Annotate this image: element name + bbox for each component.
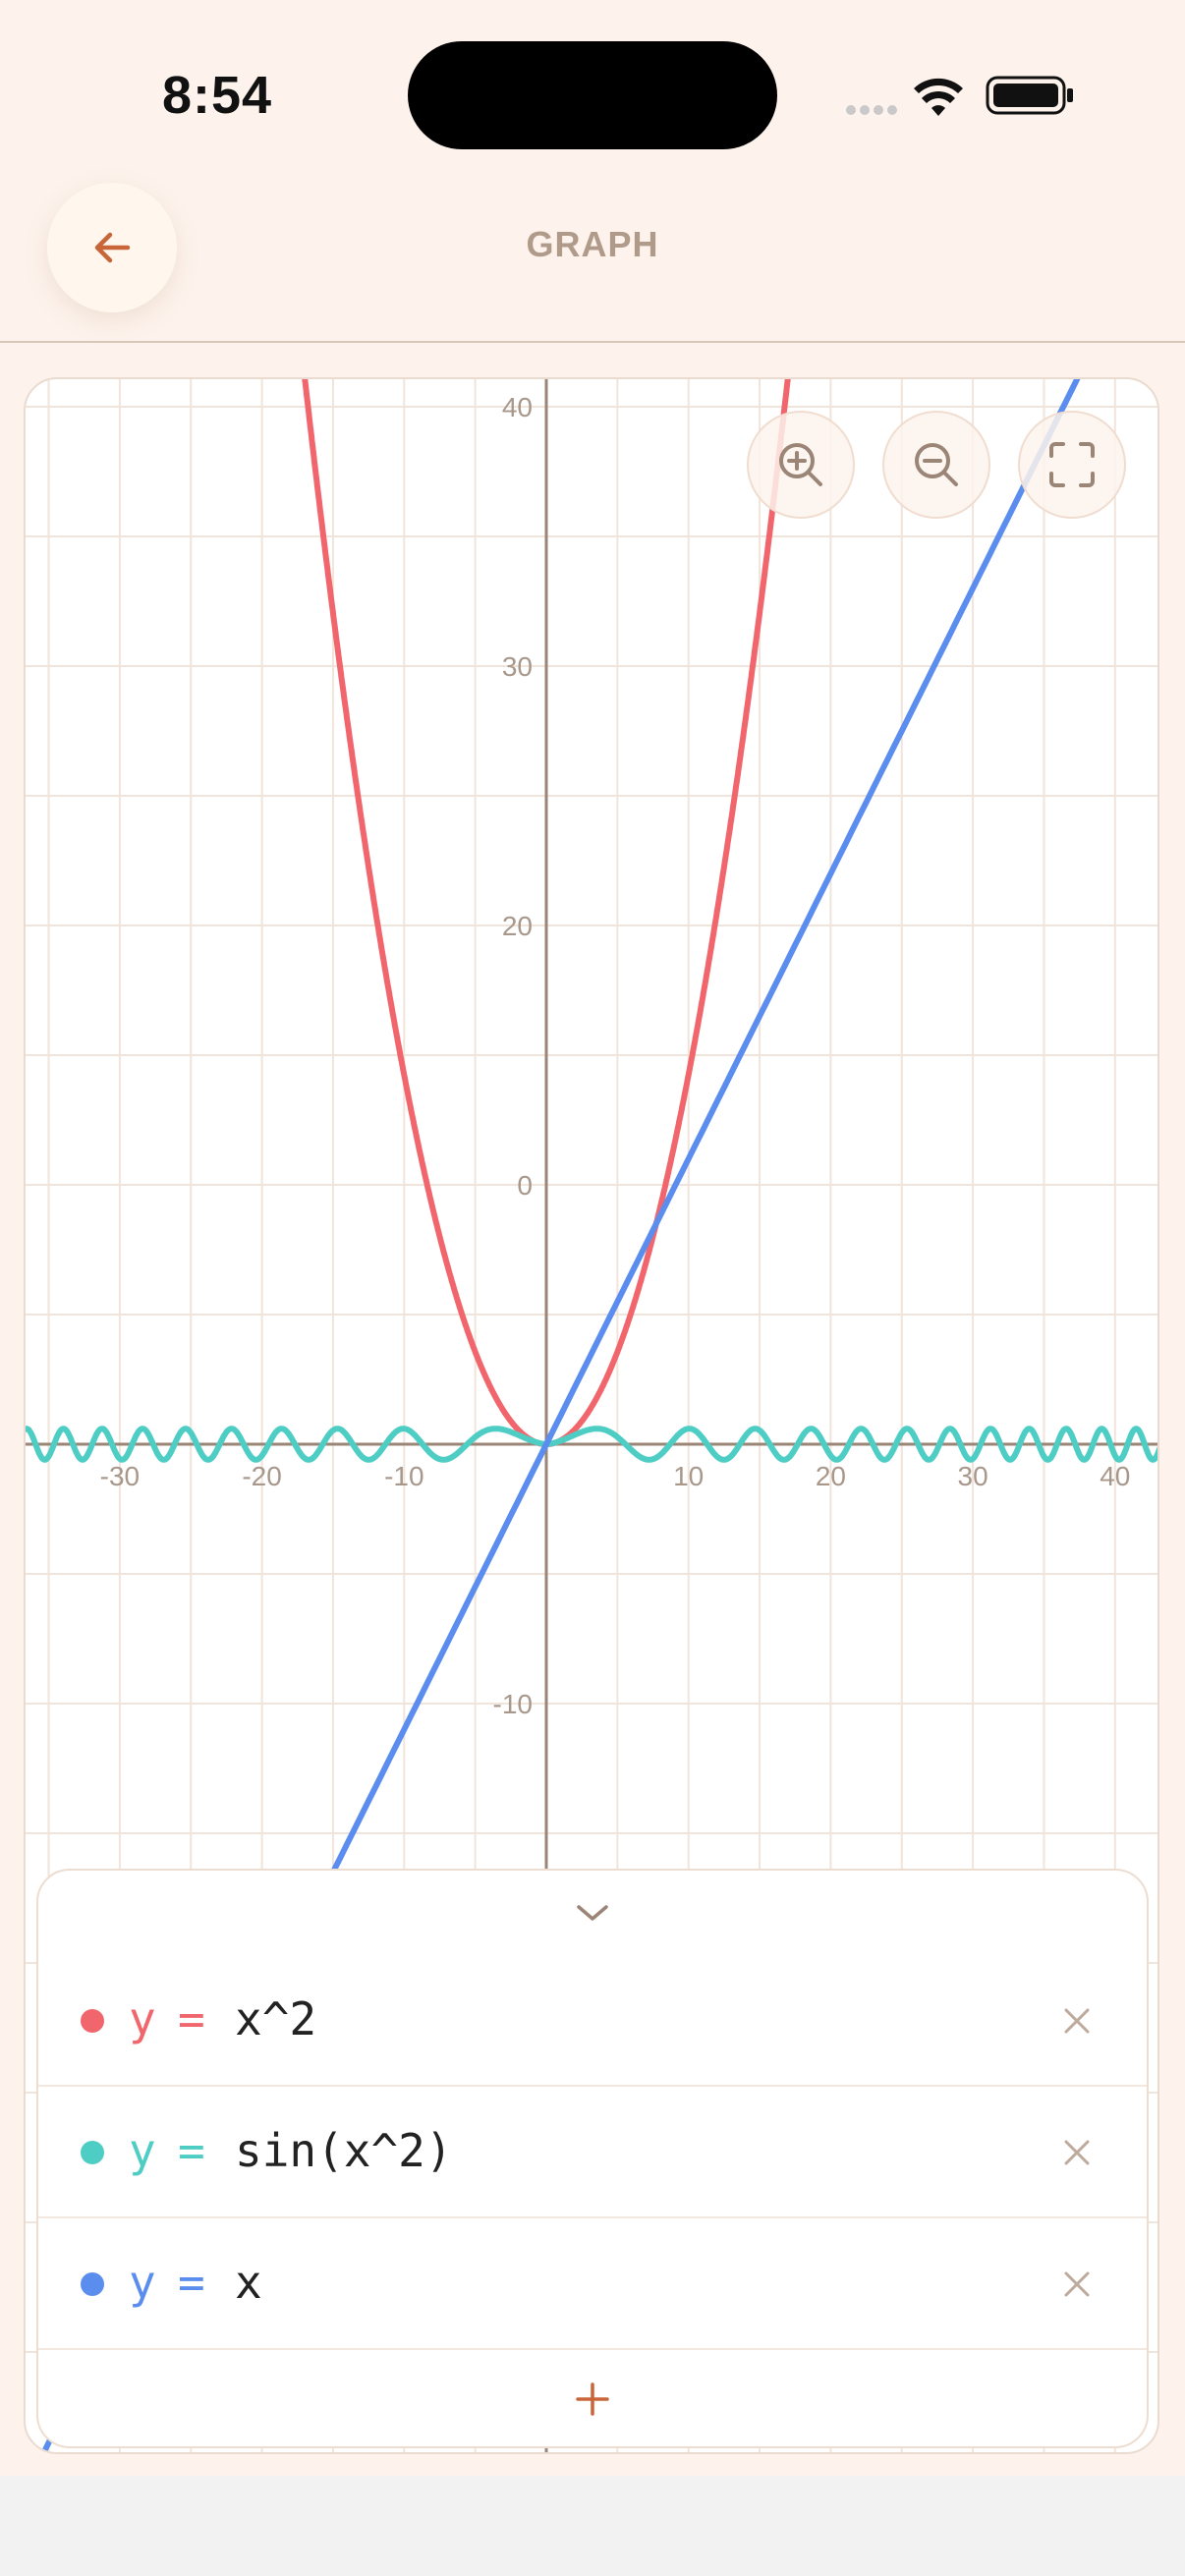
panel-collapse-button[interactable] [38,1871,1147,1955]
page-title: GRAPH [526,224,659,264]
y-tick-label: 30 [502,651,533,682]
function-row[interactable]: y = sin(x^2) [38,2087,1147,2218]
x-tick-label: 30 [958,1461,988,1491]
function-color-dot [81,2009,104,2033]
chevron-down-icon [577,1905,608,1921]
function-var: y [129,1992,156,2045]
zoom-out-button[interactable] [882,411,990,519]
wifi-icon [914,78,963,116]
graph-screen: 8:54 GRAPH -30 -20 -10 10 20 30 40 40 30… [0,0,1185,2476]
function-color-dot [81,2141,104,2164]
close-icon [1064,2271,1090,2297]
function-color-dot [81,2272,104,2296]
signal-dots-icon [846,105,897,115]
function-row[interactable]: y = x [38,2218,1147,2350]
plus-icon [576,2382,609,2416]
status-time: 8:54 [162,66,273,125]
function-expression[interactable]: x [235,2256,262,2309]
function-panel: y = x^2 y = sin(x^2) y = x [36,1869,1149,2448]
function-row[interactable]: y = x^2 [38,1955,1147,2087]
home-indicator-area [0,2476,1185,2576]
x-tick-label: -20 [242,1461,281,1491]
add-function-button[interactable] [38,2350,1147,2446]
y-tick-label: 20 [502,911,533,941]
x-tick-label: -10 [384,1461,423,1491]
function-equals: = [178,2124,205,2177]
close-icon [1064,2008,1090,2034]
function-expression[interactable]: sin(x^2) [235,2124,453,2177]
x-tick-label: 20 [816,1461,846,1491]
header-divider [0,341,1185,343]
function-equals: = [178,2256,205,2309]
function-var: y [129,2256,156,2309]
zoom-out-icon [915,443,958,486]
remove-function-button[interactable] [1052,2128,1101,2177]
remove-function-button[interactable] [1052,2260,1101,2309]
fullscreen-button[interactable] [1018,411,1126,519]
function-equals: = [178,1992,205,2045]
fullscreen-icon [1049,442,1095,487]
y-tick-label: -10 [493,1689,533,1719]
remove-function-button[interactable] [1052,1996,1101,2045]
zoom-in-button[interactable] [747,411,855,519]
x-tick-label: -30 [100,1461,140,1491]
battery-icon [986,76,1073,115]
y-tick-label: 40 [502,392,533,422]
function-expression[interactable]: x^2 [235,1992,316,2045]
y-tick-label: 0 [517,1170,533,1201]
close-icon [1064,2140,1090,2165]
dynamic-island [408,41,777,149]
zoom-in-icon [779,443,822,486]
x-tick-label: 10 [673,1461,704,1491]
status-icons [845,69,1081,124]
function-var: y [129,2124,156,2177]
x-tick-label: 40 [1100,1461,1130,1491]
